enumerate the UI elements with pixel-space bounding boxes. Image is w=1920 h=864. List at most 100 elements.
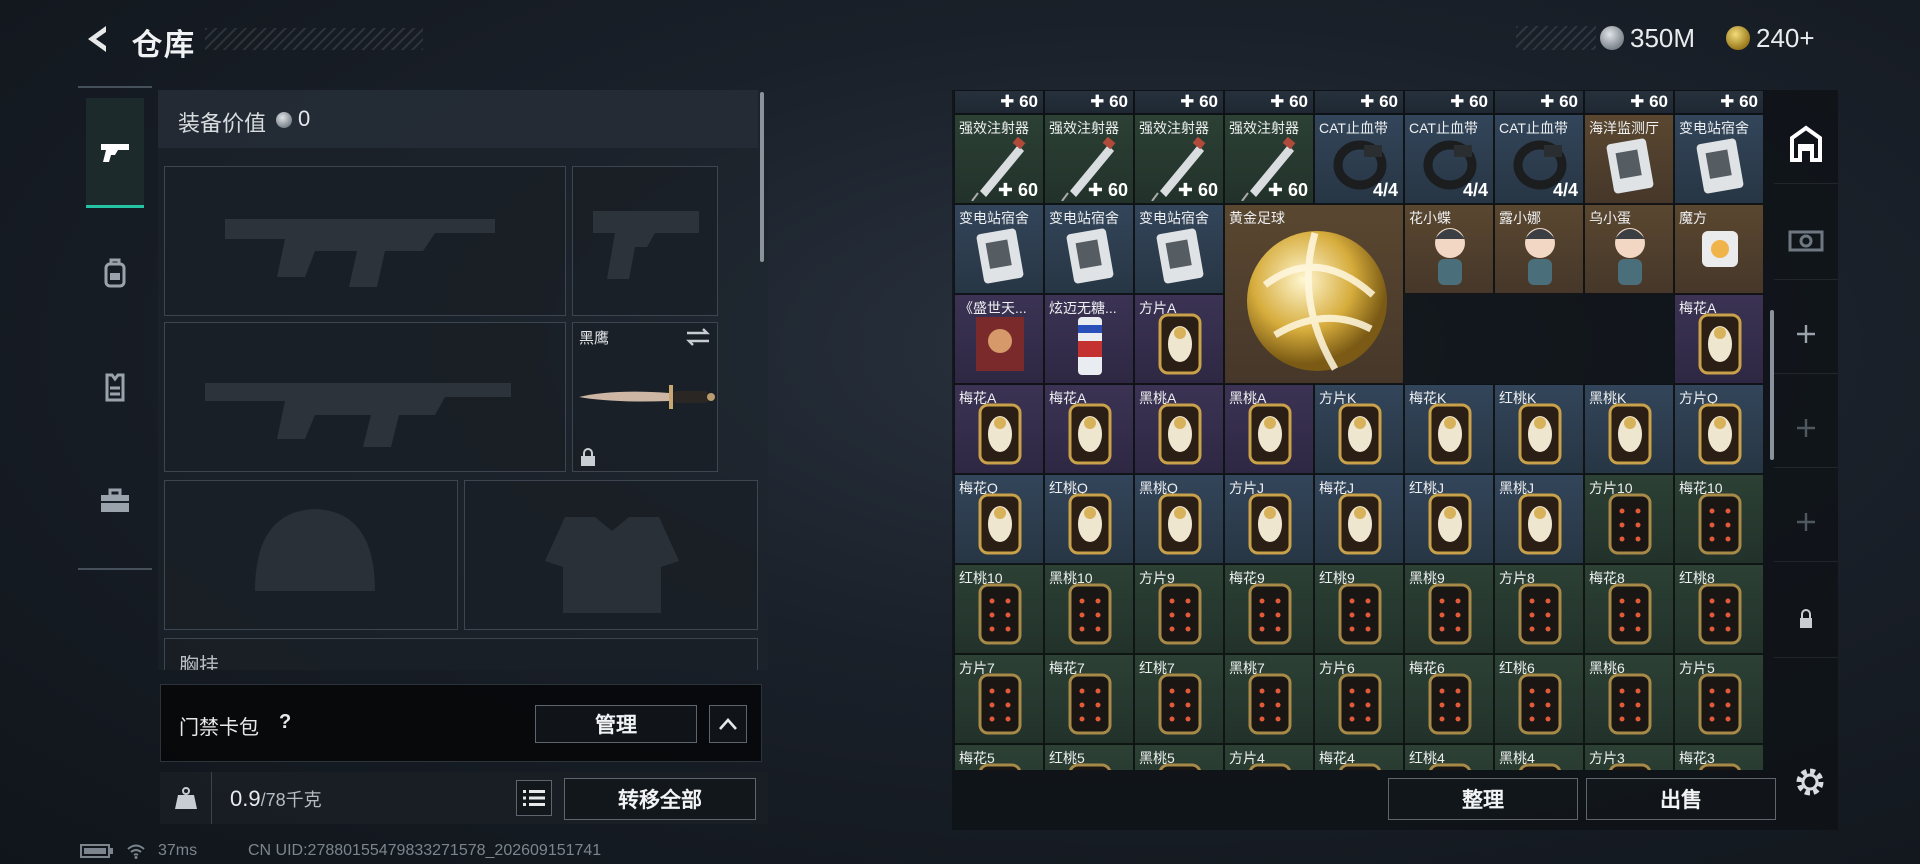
list-view-button[interactable]: [516, 780, 552, 816]
storage-item-partial[interactable]: ✚ 60: [1314, 90, 1404, 114]
storage-item[interactable]: 黄金足球: [1224, 204, 1404, 384]
locked-storage-button[interactable]: [1774, 578, 1838, 658]
storage-item[interactable]: 方片Q: [1674, 384, 1764, 474]
storage-item[interactable]: 变电站宿舍: [1674, 114, 1764, 204]
storage-item[interactable]: 乌小蛋: [1584, 204, 1674, 294]
storage-item[interactable]: 梅花7: [1044, 654, 1134, 744]
collapse-button[interactable]: [709, 705, 747, 743]
storage-item[interactable]: 红桃9: [1314, 564, 1404, 654]
storage-item[interactable]: 梅花9: [1224, 564, 1314, 654]
primary-weapon-slot[interactable]: [164, 166, 566, 316]
storage-item[interactable]: 《盛世天...: [954, 294, 1044, 384]
gold-currency[interactable]: 240+: [1726, 22, 1815, 54]
storage-item[interactable]: 梅花6: [1404, 654, 1494, 744]
storage-item[interactable]: 黑桃Q: [1134, 474, 1224, 564]
armor-slot[interactable]: [464, 480, 758, 630]
storage-item[interactable]: 方片A: [1134, 294, 1224, 384]
storage-item[interactable]: 方片5: [1674, 654, 1764, 744]
storage-item[interactable]: 黑桃10: [1044, 564, 1134, 654]
storage-item-partial[interactable]: ✚ 60: [1044, 90, 1134, 114]
storage-item[interactable]: 梅花J: [1314, 474, 1404, 564]
nav-toolbox[interactable]: [86, 446, 144, 556]
storage-item[interactable]: 方片J: [1224, 474, 1314, 564]
storage-item[interactable]: 红桃Q: [1044, 474, 1134, 564]
storage-item[interactable]: 梅花5: [954, 744, 1044, 770]
storage-item[interactable]: 黑桃6: [1584, 654, 1674, 744]
storage-item[interactable]: 方片3: [1584, 744, 1674, 770]
storage-item[interactable]: 强效注射器 ✚ 60: [1224, 114, 1314, 204]
equipment-scrollbar[interactable]: [760, 92, 764, 262]
storage-item-partial[interactable]: ✚ 60: [1494, 90, 1584, 114]
nav-weapons[interactable]: [86, 98, 144, 208]
storage-item[interactable]: CAT止血带 4/4: [1314, 114, 1404, 204]
sort-button[interactable]: 整理: [1388, 778, 1578, 820]
storage-item[interactable]: 梅花A: [1044, 384, 1134, 474]
storage-item[interactable]: 强效注射器 ✚ 60: [1134, 114, 1224, 204]
sell-button[interactable]: 出售: [1586, 778, 1776, 820]
storage-item-partial[interactable]: ✚ 60: [1404, 90, 1494, 114]
storage-item[interactable]: 梅花3: [1674, 744, 1764, 770]
storage-item[interactable]: 黑桃7: [1224, 654, 1314, 744]
helmet-slot[interactable]: [164, 480, 458, 630]
storage-item[interactable]: CAT止血带 4/4: [1494, 114, 1584, 204]
storage-item[interactable]: 花小蝶: [1404, 204, 1494, 294]
storage-item-partial[interactable]: ✚ 60: [1134, 90, 1224, 114]
storage-item[interactable]: 梅花8: [1584, 564, 1674, 654]
chest-rig-slot[interactable]: 胸挂: [164, 638, 758, 670]
storage-item[interactable]: 方片K: [1314, 384, 1404, 474]
storage-item[interactable]: 露小娜: [1494, 204, 1584, 294]
add-storage-button[interactable]: [1774, 294, 1838, 374]
storage-item[interactable]: 变电站宿舍: [1044, 204, 1134, 294]
storage-item[interactable]: 海洋监测厅: [1584, 114, 1674, 204]
nav-vest[interactable]: [86, 332, 144, 442]
storage-item[interactable]: 变电站宿舍: [1134, 204, 1224, 294]
pistol-slot[interactable]: [572, 166, 718, 316]
storage-item[interactable]: 变电站宿舍: [954, 204, 1044, 294]
manage-button[interactable]: 管理: [535, 705, 697, 743]
storage-item[interactable]: CAT止血带 4/4: [1404, 114, 1494, 204]
melee-slot[interactable]: 黑鹰: [572, 322, 718, 472]
storage-item[interactable]: 方片7: [954, 654, 1044, 744]
storage-item[interactable]: 黑桃J: [1494, 474, 1584, 564]
storage-item-partial[interactable]: ✚ 60: [954, 90, 1044, 114]
storage-item[interactable]: 强效注射器 ✚ 60: [1044, 114, 1134, 204]
transfer-all-button[interactable]: 转移全部: [564, 778, 756, 820]
settings-gear-icon[interactable]: [1792, 764, 1828, 800]
storage-item[interactable]: 方片8: [1494, 564, 1584, 654]
storage-item[interactable]: 黑桃5: [1134, 744, 1224, 770]
storage-item[interactable]: 红桃8: [1674, 564, 1764, 654]
storage-item[interactable]: 梅花10: [1674, 474, 1764, 564]
storage-item[interactable]: 方片4: [1224, 744, 1314, 770]
storage-item[interactable]: 黑桃A: [1224, 384, 1314, 474]
storage-item[interactable]: 梅花Q: [954, 474, 1044, 564]
storage-item[interactable]: 方片9: [1134, 564, 1224, 654]
vehicle-tab-button[interactable]: [1774, 200, 1838, 280]
storage-item[interactable]: 红桃4: [1404, 744, 1494, 770]
storage-item[interactable]: 红桃K: [1494, 384, 1584, 474]
storage-item[interactable]: 梅花4: [1314, 744, 1404, 770]
storage-item[interactable]: 强效注射器 ✚ 60: [954, 114, 1044, 204]
storage-item[interactable]: 红桃5: [1044, 744, 1134, 770]
storage-item[interactable]: 炫迈无糖...: [1044, 294, 1134, 384]
storage-item[interactable]: 方片10: [1584, 474, 1674, 564]
storage-item[interactable]: 梅花A: [1674, 294, 1764, 384]
add-storage-button[interactable]: [1774, 482, 1838, 562]
storage-item[interactable]: 红桃6: [1494, 654, 1584, 744]
storage-item[interactable]: 红桃J: [1404, 474, 1494, 564]
storage-item[interactable]: 黑桃9: [1404, 564, 1494, 654]
storage-item[interactable]: 魔方: [1674, 204, 1764, 294]
storage-item[interactable]: 红桃7: [1134, 654, 1224, 744]
storage-item[interactable]: 梅花A: [954, 384, 1044, 474]
storage-item[interactable]: 方片6: [1314, 654, 1404, 744]
storage-item-partial[interactable]: ✚ 60: [1584, 90, 1674, 114]
storage-item[interactable]: 黑桃4: [1494, 744, 1584, 770]
storage-item-partial[interactable]: ✚ 60: [1224, 90, 1314, 114]
nav-backpack[interactable]: [86, 218, 144, 328]
storage-item[interactable]: 红桃10: [954, 564, 1044, 654]
add-storage-button[interactable]: [1774, 388, 1838, 468]
help-icon[interactable]: ?: [279, 711, 291, 734]
back-arrow-icon[interactable]: [80, 22, 114, 56]
storage-tab-button[interactable]: [1774, 104, 1838, 184]
storage-item-partial[interactable]: ✚ 60: [1674, 90, 1764, 114]
storage-item[interactable]: 梅花K: [1404, 384, 1494, 474]
